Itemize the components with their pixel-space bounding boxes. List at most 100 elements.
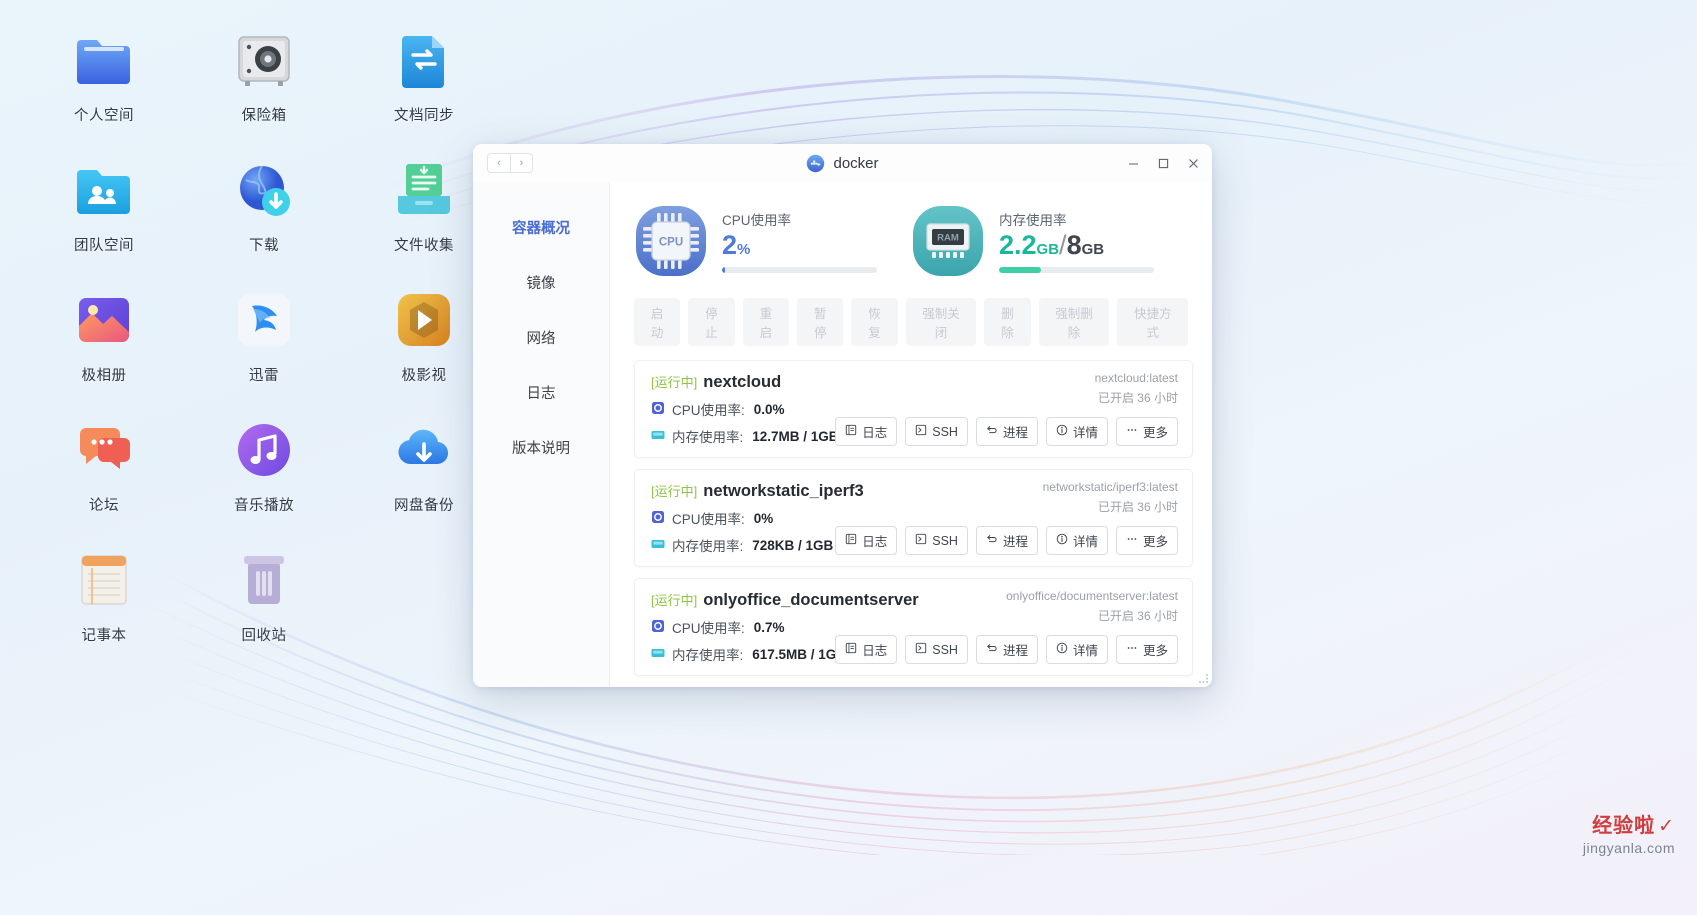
minimize-button[interactable] xyxy=(1118,148,1148,178)
memory-used-unit: GB xyxy=(1036,241,1060,259)
card-action-ssh[interactable]: SSH xyxy=(905,635,968,664)
action-button-2: 重启 xyxy=(742,298,790,346)
container-card[interactable]: [运行中] onlyoffice_documentserver CPU使用率: 0.7… xyxy=(634,578,1193,676)
back-button[interactable]: ‹ xyxy=(488,154,510,172)
memory-metric-value: 617.5MB / 1GB xyxy=(752,646,847,662)
sidebar-item-3[interactable]: 日志 xyxy=(473,365,609,420)
more-icon xyxy=(1126,424,1138,439)
container-card-actions: 日志 SSH 进程 详情 更多 xyxy=(835,526,1178,555)
navigation-buttons: ‹ › xyxy=(487,153,533,173)
cpu-metric-label: CPU使用率: xyxy=(672,403,745,418)
desktop-icon-label: 保险箱 xyxy=(241,108,287,124)
card-action-label: SSH xyxy=(932,642,958,657)
sidebar-item-4[interactable]: 版本说明 xyxy=(473,420,609,475)
safe-box-icon xyxy=(232,28,296,92)
cpu-metric-icon xyxy=(651,401,665,418)
card-action-详情[interactable]: 详情 xyxy=(1045,526,1108,555)
resize-grip[interactable] xyxy=(1198,673,1209,684)
desktop-icon-forum-chat[interactable]: 论坛 xyxy=(24,408,184,538)
cpu-metric-label: CPU使用率: xyxy=(672,621,745,636)
desktop-icon-safe-box[interactable]: 保险箱 xyxy=(184,18,344,148)
card-action-label: 日志 xyxy=(862,535,888,549)
action-button-0: 启动 xyxy=(634,298,681,346)
desktop-icon-document-sync[interactable]: 文档同步 xyxy=(344,18,504,148)
folder-personal-icon xyxy=(72,28,136,92)
container-card[interactable]: [运行中] networkstatic_iperf3 CPU使用率: 0% 内存使用率:… xyxy=(634,469,1193,567)
info-icon xyxy=(1056,642,1068,657)
card-action-ssh[interactable]: SSH xyxy=(905,417,968,446)
desktop-icon-folder-team[interactable]: 团队空间 xyxy=(24,148,184,278)
card-action-详情[interactable]: 详情 xyxy=(1045,417,1108,446)
close-button[interactable] xyxy=(1178,148,1208,178)
desktop-icon-globe-download[interactable]: 下载 xyxy=(184,148,344,278)
desktop-icon-recycle-bin[interactable]: 回收站 xyxy=(184,538,344,668)
container-name: networkstatic_iperf3 xyxy=(703,482,864,500)
cpu-value-number: 2 xyxy=(722,230,738,261)
watermark: 经验啦 ✓ jingyanla.com xyxy=(1583,814,1675,858)
maximize-button[interactable] xyxy=(1148,148,1178,178)
memory-metric-value: 12.7MB / 1GB xyxy=(752,428,839,444)
card-action-详情[interactable]: 详情 xyxy=(1045,635,1108,664)
card-action-ssh[interactable]: SSH xyxy=(905,526,968,555)
desktop-icon-label: 网盘备份 xyxy=(394,498,454,514)
desktop-icon-folder-personal[interactable]: 个人空间 xyxy=(24,18,184,148)
card-action-日志[interactable]: 日志 xyxy=(835,526,898,555)
video-media-icon xyxy=(392,288,456,352)
forward-button[interactable]: › xyxy=(510,154,532,172)
card-action-进程[interactable]: 进程 xyxy=(975,635,1038,664)
card-action-进程[interactable]: 进程 xyxy=(975,526,1038,555)
window-title-bar: ‹ › docker xyxy=(473,144,1212,182)
container-meta: onlyoffice/documentserver:latest 已开启 36 小… xyxy=(1006,589,1178,624)
container-meta: networkstatic/iperf3:latest 已开启 36 小时 xyxy=(1043,480,1178,515)
terminal-icon xyxy=(915,533,927,548)
memory-stat-block: RAM 内存使用率 2.2GB/8GB xyxy=(911,204,1188,278)
memory-metric-value: 728KB / 1GB xyxy=(752,537,834,553)
more-icon xyxy=(1126,642,1138,657)
desktop-icon-notebook[interactable]: 记事本 xyxy=(24,538,184,668)
docker-app-window: ‹ › docker 容器概况 镜像 网络 日志 版本说明 CPU CPU使用率… xyxy=(473,144,1212,687)
action-button-5: 强制关闭 xyxy=(905,298,977,346)
card-action-日志[interactable]: 日志 xyxy=(835,635,898,664)
window-body: 容器概况 镜像 网络 日志 版本说明 CPU CPU使用率 2% RAM 内存使… xyxy=(473,182,1212,687)
watermark-main: 经验啦 ✓ xyxy=(1583,814,1675,839)
cpu-icon-text: CPU xyxy=(659,237,683,249)
memory-used-number: 2.2 xyxy=(999,230,1037,261)
forum-chat-icon xyxy=(72,418,136,482)
card-action-更多[interactable]: 更多 xyxy=(1115,635,1178,664)
status-badge: [运行中] xyxy=(651,375,698,390)
sidebar-item-1[interactable]: 镜像 xyxy=(473,255,609,310)
action-button-3: 暂停 xyxy=(797,298,844,346)
globe-download-icon xyxy=(232,158,296,222)
sidebar-navigation: 容器概况 镜像 网络 日志 版本说明 xyxy=(473,182,610,687)
card-action-更多[interactable]: 更多 xyxy=(1115,526,1178,555)
card-action-label: 日志 xyxy=(862,426,888,440)
memory-metric-label: 内存使用率: xyxy=(672,648,744,663)
container-card[interactable]: [运行中] nextcloud CPU使用率: 0.0% 内存使用率: 12.7MB / … xyxy=(634,360,1193,458)
card-action-label: 更多 xyxy=(1142,644,1168,658)
log-icon xyxy=(845,424,857,439)
info-icon xyxy=(1056,424,1068,439)
memory-usage-bar-track xyxy=(999,266,1154,273)
card-action-日志[interactable]: 日志 xyxy=(835,417,898,446)
action-button-8: 快捷方式 xyxy=(1117,298,1189,346)
desktop-icon-label: 下载 xyxy=(249,238,279,254)
desktop-icon-photo-album[interactable]: 极相册 xyxy=(24,278,184,408)
card-action-更多[interactable]: 更多 xyxy=(1115,417,1178,446)
desktop-icon-label: 极相册 xyxy=(81,368,127,384)
memory-metric-label: 内存使用率: xyxy=(672,539,744,554)
photo-album-icon xyxy=(72,288,136,352)
memory-separator: / xyxy=(1059,230,1067,261)
sidebar-item-2[interactable]: 网络 xyxy=(473,310,609,365)
cpu-metric-label: CPU使用率: xyxy=(672,512,745,527)
sidebar-item-0[interactable]: 容器概况 xyxy=(473,200,609,255)
cloud-backup-icon xyxy=(392,418,456,482)
desktop-icon-label: 文档同步 xyxy=(394,108,454,124)
desktop-icon-music-note[interactable]: 音乐播放 xyxy=(184,408,344,538)
desktop-icon-label: 回收站 xyxy=(241,628,287,644)
folder-team-icon xyxy=(72,158,136,222)
desktop-icon-thunder-bird[interactable]: 迅雷 xyxy=(184,278,344,408)
log-icon xyxy=(845,533,857,548)
card-action-进程[interactable]: 进程 xyxy=(975,417,1038,446)
terminal-icon xyxy=(915,424,927,439)
main-content: CPU CPU使用率 2% RAM 内存使用率 2.2GB/8GB 启动 停止 … xyxy=(610,182,1212,687)
